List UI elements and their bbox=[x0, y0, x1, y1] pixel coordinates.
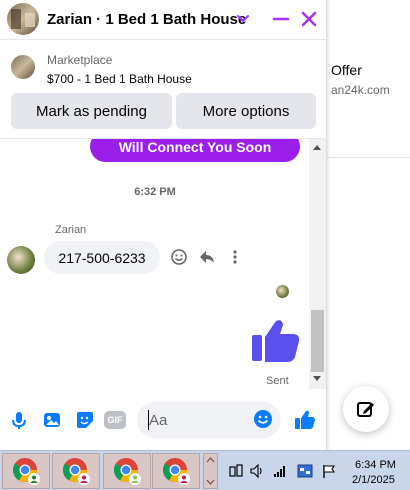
chrome-icon bbox=[12, 458, 40, 485]
chat-window: Zarian · 1 Bed 1 Bath House Marketplace … bbox=[0, 0, 327, 450]
taskbar-chrome-window-1[interactable] bbox=[2, 453, 50, 489]
marketplace-listing[interactable]: Marketplace $700 - 1 Bed 1 Bath House bbox=[0, 41, 327, 91]
scroll-down-arrow-icon[interactable] bbox=[313, 376, 321, 381]
more-options-button[interactable]: More options bbox=[176, 93, 316, 129]
background-divider bbox=[327, 157, 410, 158]
new-message-button[interactable] bbox=[343, 386, 389, 432]
usb-device-icon[interactable] bbox=[228, 463, 244, 479]
text-caret bbox=[148, 410, 149, 430]
tray-scroll-arrow[interactable] bbox=[203, 453, 218, 489]
taskbar-chrome-window-4[interactable] bbox=[152, 453, 200, 489]
emoji-icon[interactable] bbox=[253, 409, 273, 429]
taskbar-chrome-window-3[interactable] bbox=[103, 453, 151, 489]
background-page: Offer an24k.com bbox=[326, 0, 410, 450]
mark-as-pending-button[interactable]: Mark as pending bbox=[11, 93, 172, 129]
compose-icon bbox=[357, 402, 374, 417]
listing-source: Marketplace bbox=[47, 53, 113, 67]
chevron-down-icon[interactable] bbox=[236, 11, 250, 25]
scrollbar-thumb[interactable] bbox=[311, 310, 324, 372]
volume-icon[interactable] bbox=[249, 463, 265, 479]
outgoing-message-bubble[interactable]: Will Connect You Soon bbox=[90, 139, 300, 162]
thumbs-up-icon[interactable] bbox=[250, 315, 302, 367]
listing-title: $700 - 1 Bed 1 Bath House bbox=[47, 72, 192, 86]
sent-status: Sent bbox=[266, 375, 289, 387]
microphone-icon[interactable] bbox=[8, 409, 30, 431]
clock-time[interactable]: 6:34 PM bbox=[355, 459, 396, 471]
sticker-icon[interactable] bbox=[74, 409, 96, 431]
more-vertical-icon[interactable] bbox=[226, 248, 244, 266]
contact-avatar[interactable] bbox=[7, 3, 39, 35]
action-center-flag-icon[interactable] bbox=[321, 463, 337, 479]
clock-date[interactable]: 2/1/2025 bbox=[352, 474, 395, 486]
keyboard-language-icon[interactable] bbox=[297, 463, 313, 479]
chrome-icon bbox=[114, 458, 141, 485]
gif-button[interactable]: GIF bbox=[104, 411, 126, 429]
message-list: Will Connect You Soon 6:32 PM Zarian 217… bbox=[0, 139, 327, 389]
seen-indicator-avatar bbox=[276, 285, 289, 298]
chat-title[interactable]: Zarian · 1 Bed 1 Bath House bbox=[47, 11, 246, 28]
message-composer: GIF bbox=[0, 395, 327, 445]
minimize-icon[interactable] bbox=[270, 8, 292, 30]
network-signal-icon[interactable] bbox=[272, 463, 288, 479]
scroll-up-arrow-icon[interactable] bbox=[313, 145, 321, 150]
reply-icon[interactable] bbox=[198, 248, 216, 266]
chrome-icon bbox=[62, 458, 90, 485]
sender-name: Zarian bbox=[55, 224, 87, 236]
message-scrollbar[interactable] bbox=[309, 139, 326, 389]
sender-avatar[interactable] bbox=[7, 246, 35, 274]
chat-header[interactable]: Zarian · 1 Bed 1 Bath House bbox=[0, 0, 327, 40]
screen: Offer an24k.com Zarian · 1 Bed 1 Bath Ho… bbox=[0, 0, 410, 490]
like-button-icon[interactable] bbox=[294, 409, 316, 431]
message-timestamp: 6:32 PM bbox=[134, 186, 176, 198]
react-emoji-icon[interactable] bbox=[170, 248, 188, 266]
close-icon[interactable] bbox=[298, 8, 320, 30]
background-subtitle: an24k.com bbox=[331, 83, 390, 97]
photo-icon[interactable] bbox=[41, 409, 63, 431]
incoming-message-bubble[interactable]: 217-500-6233 bbox=[44, 241, 160, 274]
listing-thumbnail bbox=[11, 55, 35, 79]
taskbar: 6:34 PM 2/1/2025 bbox=[0, 450, 410, 490]
taskbar-chrome-window-2[interactable] bbox=[52, 453, 100, 489]
background-title: Offer bbox=[331, 62, 362, 78]
chrome-icon bbox=[163, 458, 190, 485]
